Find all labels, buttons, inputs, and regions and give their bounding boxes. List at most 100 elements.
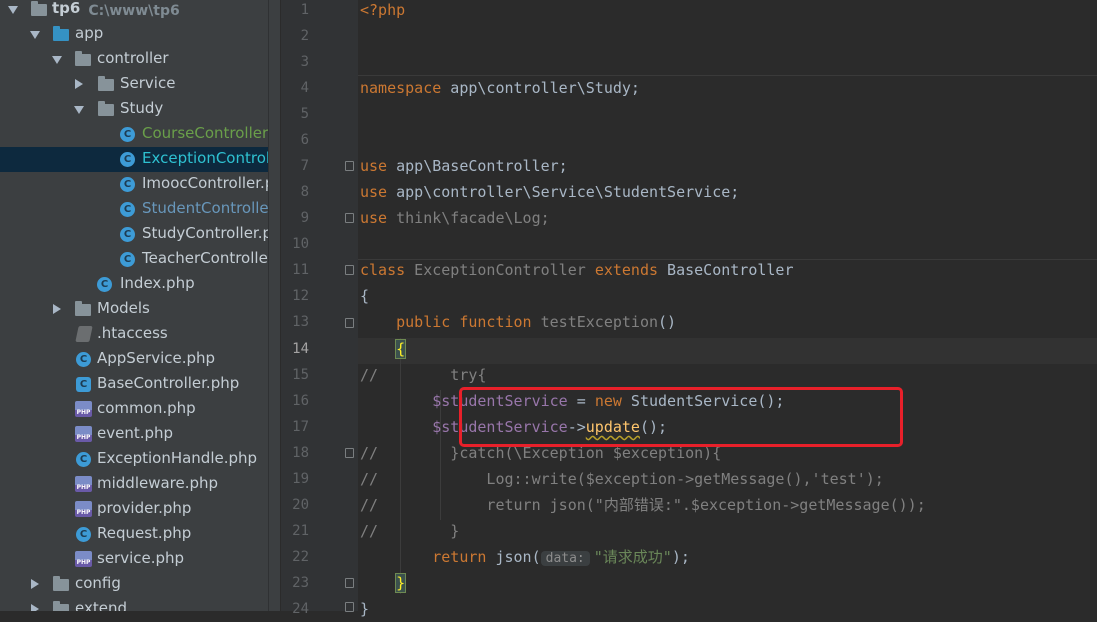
fold-toggle-icon[interactable]	[345, 161, 354, 171]
folder-icon	[98, 101, 114, 116]
project-tree[interactable]: tp6 C:\www\tp6 app controller Service Stu…	[0, 0, 280, 611]
folder-icon	[53, 576, 69, 591]
tree-item-label: StudentController.php	[142, 199, 280, 217]
tree-item-imooccontroller[interactable]: C ImoocController.php	[0, 172, 280, 197]
fold-toggle-icon[interactable]	[345, 213, 354, 223]
code-line-19: // Log::write($exception->getMessage(),'…	[360, 466, 884, 492]
function-call: json(	[486, 548, 541, 566]
tree-item-studentcontroller[interactable]: C StudentController.php	[0, 197, 280, 222]
php-class-icon: C	[120, 127, 135, 142]
tree-item-htaccess[interactable]: .htaccess	[0, 322, 280, 347]
parameter-hint: data:	[540, 551, 590, 566]
folder-icon	[31, 1, 47, 16]
tree-item-label: controller	[97, 49, 169, 67]
chevron-down-icon[interactable]	[30, 31, 40, 39]
tree-item-label: StudyController.php	[142, 224, 280, 242]
folder-icon	[75, 51, 91, 66]
php-class-icon: C	[120, 202, 135, 217]
tree-item-models[interactable]: Models	[0, 297, 280, 322]
tree-item-service-php[interactable]: PHP service.php	[0, 547, 280, 572]
tree-item-coursecontroller[interactable]: C CourseController.php	[0, 122, 280, 147]
comment: // try{	[360, 366, 487, 384]
tree-item-label: CourseController.php	[142, 124, 280, 142]
tree-root-tp6[interactable]: tp6 C:\www\tp6	[0, 0, 280, 22]
tree-item-label: TeacherController.php	[142, 249, 280, 267]
project-root-name: tp6	[52, 0, 81, 17]
code-line-23: }	[360, 570, 407, 596]
import-path: app\BaseController;	[387, 157, 568, 175]
config-file-icon	[75, 326, 93, 342]
tree-item-label: Models	[97, 299, 150, 317]
chevron-down-icon[interactable]	[52, 56, 62, 64]
chevron-right-icon[interactable]	[31, 604, 39, 611]
tree-item-label: service.php	[97, 549, 185, 567]
method-name: testException	[531, 313, 659, 331]
tree-item-event[interactable]: PHP event.php	[0, 422, 280, 447]
chevron-right-icon[interactable]	[53, 304, 61, 314]
current-line-highlight	[358, 338, 1097, 364]
tree-item-index[interactable]: C Index.php	[0, 272, 280, 297]
brace: }	[360, 600, 370, 618]
highlight-annotation-box	[459, 387, 903, 447]
tree-scrollbar[interactable]	[268, 0, 280, 611]
php-class-icon: C	[97, 277, 112, 292]
php-class-icon: C	[76, 452, 91, 467]
php-class-icon: C	[120, 252, 135, 267]
line-number: 24	[292, 601, 309, 617]
tree-item-exceptioncontroller[interactable]: C ExceptionController.php	[0, 147, 280, 172]
php-file-icon: PHP	[75, 426, 92, 442]
code-line-14: {	[360, 336, 407, 362]
line-number: 18	[292, 445, 309, 461]
tree-item-label: Request.php	[97, 524, 192, 542]
tree-item-study[interactable]: Study	[0, 97, 280, 122]
tree-item-request[interactable]: C Request.php	[0, 522, 280, 547]
code-line-15: // try{	[360, 362, 486, 388]
fold-toggle-icon[interactable]	[345, 265, 354, 275]
brace: {	[360, 287, 370, 305]
tree-item-label: Service	[120, 74, 176, 92]
line-number: 20	[292, 497, 309, 513]
parens: ()	[658, 313, 677, 331]
line-number: 9	[300, 210, 309, 226]
code-editor[interactable]: <?php namespace app\controller\Study; us…	[358, 0, 1097, 618]
line-number: 3	[300, 54, 309, 70]
line-number-current: 14	[292, 341, 309, 357]
line-number: 6	[300, 132, 309, 148]
fold-toggle-icon[interactable]	[345, 318, 354, 328]
editor-gutter[interactable]: 1 2 3 4 5 6 7 8 9 10 11 12 13 14 15 16 1…	[280, 0, 359, 617]
chevron-down-icon[interactable]	[8, 6, 18, 14]
chevron-right-icon[interactable]	[75, 79, 83, 89]
tree-item-appservice[interactable]: C AppService.php	[0, 347, 280, 372]
tree-item-controller[interactable]: controller	[0, 47, 280, 72]
tree-item-middleware[interactable]: PHP middleware.php	[0, 472, 280, 497]
php-class-icon: C	[76, 527, 91, 542]
tree-item-basecontroller[interactable]: C BaseController.php	[0, 372, 280, 397]
fold-toggle-icon[interactable]	[345, 578, 354, 588]
code-line-21: // }	[360, 518, 459, 544]
chevron-right-icon[interactable]	[31, 579, 39, 589]
matched-brace: }	[395, 573, 407, 593]
tree-item-teachercontroller[interactable]: C TeacherController.php	[0, 247, 280, 272]
chevron-down-icon[interactable]	[74, 106, 84, 114]
code-line-13: public function testException()	[360, 309, 676, 335]
tree-item-app[interactable]: app	[0, 22, 280, 47]
folder-icon	[75, 301, 91, 316]
tree-item-service[interactable]: Service	[0, 72, 280, 97]
code-line-24: }	[360, 596, 369, 622]
tree-item-label: ImoocController.php	[142, 174, 280, 192]
namespace-path: app\controller\Study;	[441, 79, 640, 97]
tree-item-provider[interactable]: PHP provider.php	[0, 497, 280, 522]
tree-item-config[interactable]: config	[0, 572, 280, 597]
tree-item-studycontroller[interactable]: C StudyController.php	[0, 222, 280, 247]
keyword: class	[360, 261, 406, 279]
tree-item-extend[interactable]: extend	[0, 597, 280, 611]
comment: // return json("内部错误:".$exception->getMe…	[360, 496, 926, 514]
fold-toggle-icon[interactable]	[345, 448, 354, 458]
tree-item-exceptionhandle[interactable]: C ExceptionHandle.php	[0, 447, 280, 472]
tree-item-common[interactable]: PHP common.php	[0, 397, 280, 422]
tree-item-label: BaseController.php	[97, 374, 240, 392]
code-line-9: use think\facade\Log;	[360, 205, 550, 231]
